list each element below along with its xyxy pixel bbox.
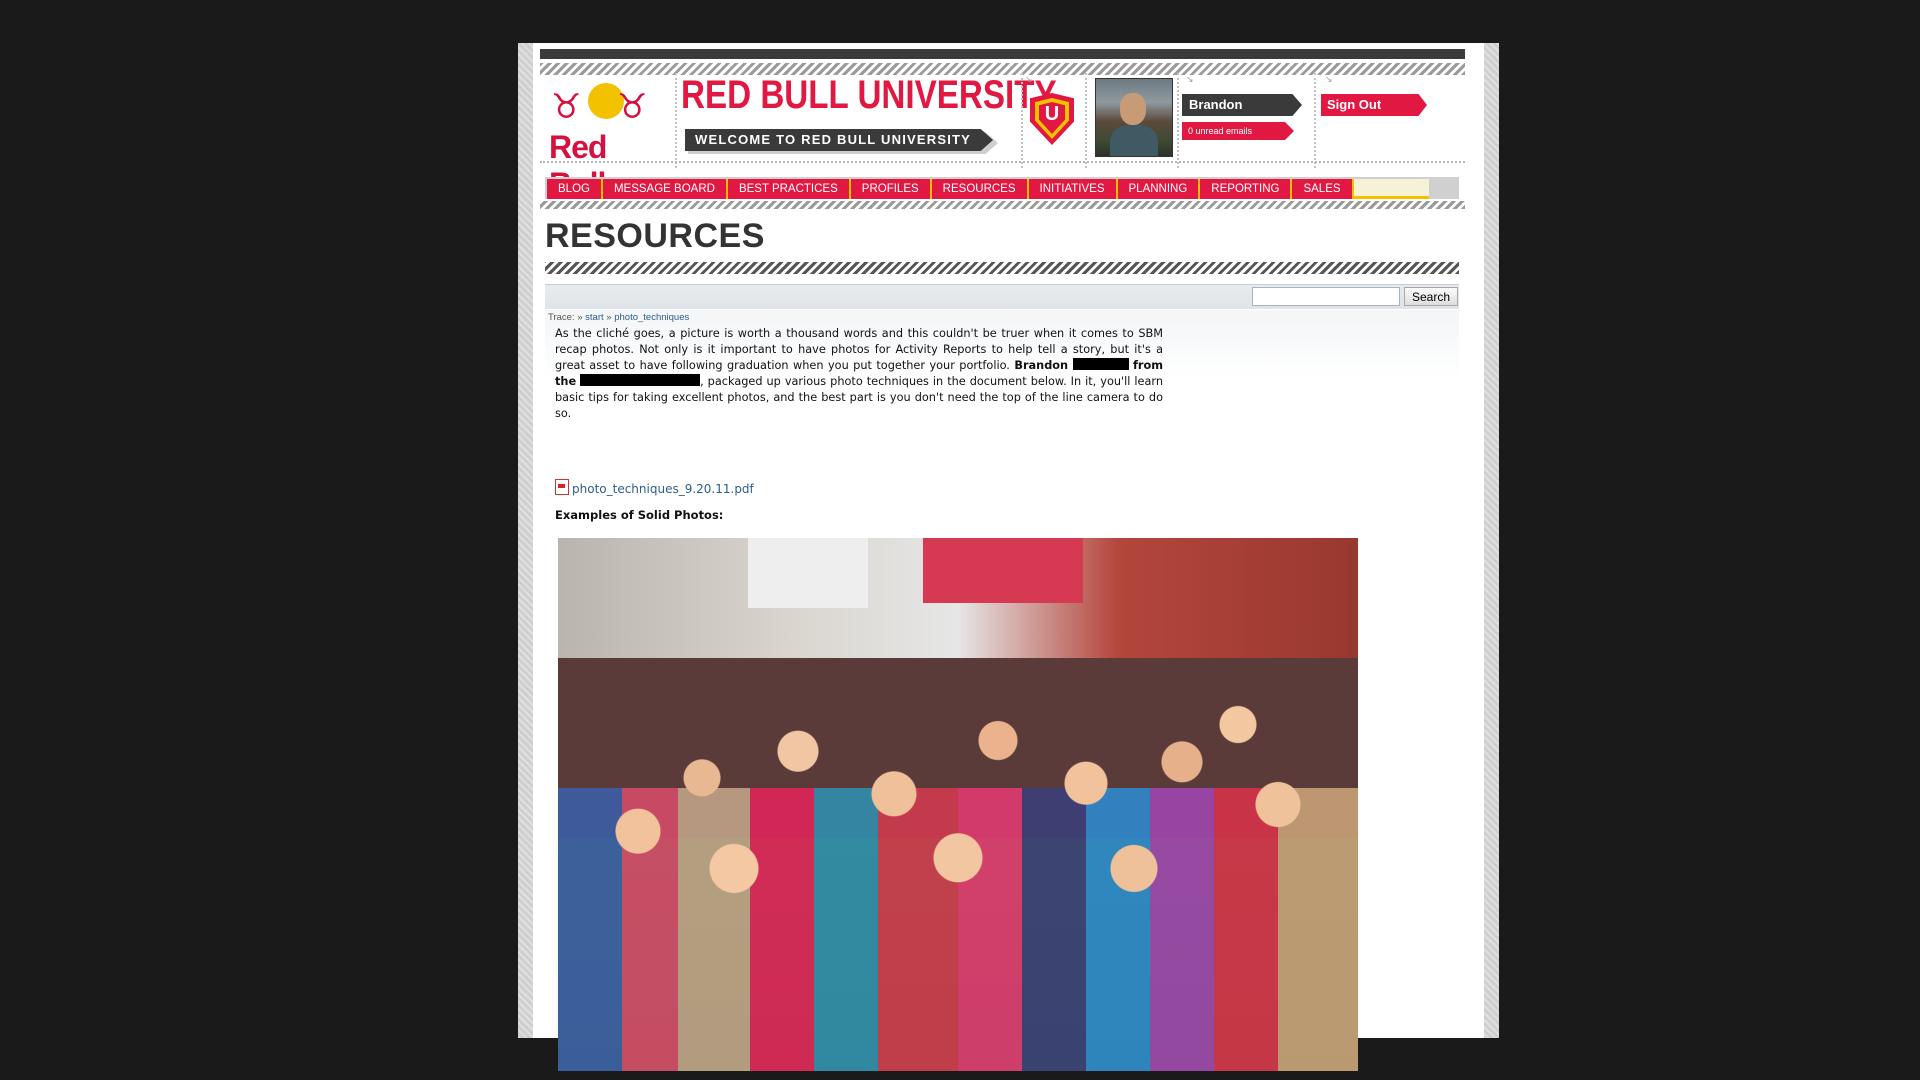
pdf-link-text: photo_techniques_9.20.11.pdf — [572, 482, 754, 496]
trace-label: Trace: — [548, 312, 575, 323]
divider — [675, 73, 677, 168]
nav-reporting[interactable]: REPORTING — [1200, 179, 1293, 199]
examples-heading: Examples of Solid Photos: — [555, 508, 724, 522]
nav-planning[interactable]: PLANNING — [1117, 179, 1201, 199]
corner-arrow-icon: ↘ — [1186, 75, 1194, 85]
search-input[interactable] — [1252, 287, 1400, 306]
nav-hatch — [540, 201, 1465, 209]
redaction-bar — [580, 374, 701, 386]
red-bull-logo[interactable]: ♉ ♉ Red Bull — [545, 77, 670, 202]
user-name-tag[interactable]: Brandon — [1182, 94, 1302, 116]
top-bar — [540, 49, 1465, 59]
divider — [1314, 73, 1316, 168]
nav-bar: BLOG MESSAGE BOARD BEST PRACTICES PROFIL… — [547, 179, 1429, 199]
divider — [1021, 73, 1023, 168]
intro-paragraph: As the cliché goes, a picture is worth a… — [555, 326, 1163, 422]
sign-out-button[interactable]: Sign Out — [1321, 94, 1427, 116]
nav-resources[interactable]: RESOURCES — [931, 179, 1029, 199]
pdf-icon — [555, 479, 569, 495]
search-button[interactable]: Search — [1404, 287, 1458, 306]
nav-initiatives[interactable]: INITIATIVES — [1028, 179, 1118, 199]
redaction-bar — [1072, 358, 1129, 370]
author-name: Brandon — [1014, 359, 1069, 372]
nav-sales[interactable]: SALES — [1292, 179, 1354, 199]
welcome-banner: WELCOME TO RED BULL UNIVERSITY — [685, 129, 993, 151]
page-frame: ♉ ♉ Red Bull RED BULL UNIVERSITY WELCOME… — [518, 43, 1499, 1071]
breadcrumb-start[interactable]: start — [585, 312, 603, 323]
nav-tail — [1353, 179, 1429, 199]
shield-letter: U — [1044, 103, 1060, 125]
corner-arrow-icon: ↘ — [1025, 75, 1033, 85]
nav-message-board[interactable]: MESSAGE BOARD — [602, 179, 728, 199]
breadcrumb: Trace: » start » photo_techniques — [548, 312, 689, 323]
search-bar: Search — [545, 284, 1459, 309]
nav-best-practices[interactable]: BEST PRACTICES — [727, 179, 851, 199]
breadcrumb-photo-techniques[interactable]: photo_techniques — [614, 312, 689, 323]
page-sheet: ♉ ♉ Red Bull RED BULL UNIVERSITY WELCOME… — [533, 43, 1484, 1071]
site-title: RED BULL UNIVERSITY — [681, 73, 1057, 117]
trace-separator: » — [606, 312, 612, 323]
divider — [1177, 73, 1179, 168]
pdf-download-link[interactable]: photo_techniques_9.20.11.pdf — [555, 479, 754, 496]
title-hatch — [545, 262, 1459, 274]
header-divider — [540, 161, 1465, 163]
bull-left-icon: ♉ — [551, 87, 582, 127]
example-photo — [558, 538, 1358, 1071]
university-shield-icon: U — [1030, 93, 1074, 145]
bull-right-icon: ♉ — [617, 87, 648, 127]
divider — [1085, 73, 1087, 168]
page-title: RESOURCES — [545, 217, 765, 255]
nav-profiles[interactable]: PROFILES — [850, 179, 932, 199]
avatar[interactable] — [1095, 78, 1173, 157]
nav-blog[interactable]: BLOG — [547, 179, 603, 199]
corner-arrow-icon: ↘ — [1325, 75, 1333, 85]
trace-separator: » — [577, 312, 583, 323]
unread-emails-link[interactable]: 0 unread emails — [1182, 122, 1294, 140]
